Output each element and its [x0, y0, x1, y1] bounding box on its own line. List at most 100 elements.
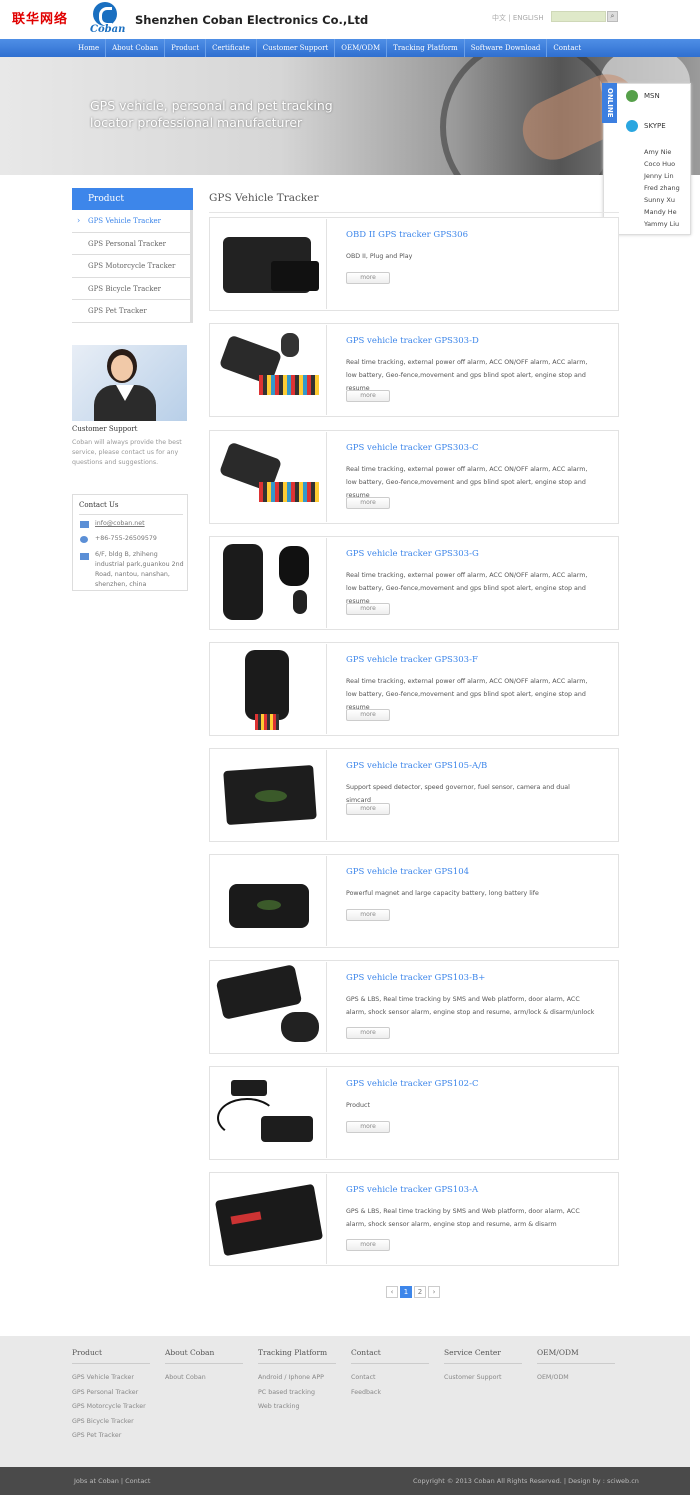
footer-link[interactable]: GPS Motorcycle Tracker — [72, 1400, 150, 1415]
product-title[interactable]: GPS vehicle tracker GPS104 — [346, 867, 469, 877]
contact-email-link[interactable]: info@coban.net — [95, 519, 145, 529]
online-contact[interactable]: Jenny Lin — [644, 170, 680, 182]
product-image[interactable] — [211, 1068, 327, 1158]
online-contact[interactable]: Amy Nie — [644, 146, 680, 158]
sidebar-title: Product — [72, 188, 193, 210]
sidebar-item[interactable]: GPS Personal Tracker — [72, 233, 190, 255]
product-image[interactable] — [211, 538, 327, 628]
next-page-button[interactable]: › — [428, 1286, 440, 1298]
product-image[interactable] — [211, 750, 327, 840]
product-title[interactable]: GPS vehicle tracker GPS303-C — [346, 443, 478, 453]
product-title[interactable]: GPS vehicle tracker GPS303-G — [346, 549, 479, 559]
more-button[interactable]: more — [346, 390, 390, 402]
lang-separator: | — [508, 14, 511, 22]
site-header: 联华网络 Coban Shenzhen Coban Electronics Co… — [0, 0, 700, 39]
nav-item[interactable]: Certificate — [206, 39, 257, 57]
skype-link[interactable]: SKYPE — [644, 122, 666, 130]
nav-item[interactable]: Contact — [547, 39, 587, 57]
footer-column: Contact Contact Feedback — [351, 1348, 429, 1400]
product-image[interactable] — [211, 432, 327, 522]
footer-link[interactable]: GPS Vehicle Tracker — [72, 1371, 150, 1386]
online-contact-list: Amy Nie Coco Huo Jenny Lin Fred zhang Sunny … — [644, 146, 680, 230]
footer-bottom-links[interactable]: Jobs at Coban | Contact — [74, 1477, 150, 1485]
online-contact[interactable]: Yammy Liu — [644, 218, 680, 230]
footer-link[interactable]: Web tracking — [258, 1400, 336, 1415]
more-button[interactable]: more — [346, 497, 390, 509]
product-image[interactable] — [211, 1174, 327, 1264]
product-description: Powerful magnet and large capacity batte… — [346, 890, 539, 897]
footer-link[interactable]: Contact — [351, 1371, 429, 1386]
sidebar-item[interactable]: GPS Bicycle Tracker — [72, 278, 190, 300]
footer-column: About Coban About Coban — [165, 1348, 243, 1386]
lang-chinese-link[interactable]: 中文 — [492, 14, 506, 22]
product-title[interactable]: GPS vehicle tracker GPS303-F — [346, 655, 478, 665]
nav-item[interactable]: Customer Support — [257, 39, 336, 57]
nav-item[interactable]: Product — [165, 39, 207, 57]
footer-link[interactable]: GPS Pet Tracker — [72, 1429, 150, 1444]
lang-english-link[interactable]: ENGLISH — [513, 14, 544, 22]
product-title[interactable]: GPS vehicle tracker GPS303-D — [346, 336, 479, 346]
product-card: GPS vehicle tracker GPS303-G Real time tr… — [209, 536, 619, 630]
footer-link[interactable]: OEM/ODM — [537, 1371, 615, 1386]
banner-headline: GPS vehicle, personal and pet tracking l… — [90, 97, 333, 131]
more-button[interactable]: more — [346, 1027, 390, 1039]
product-sidebar: Product › GPS Vehicle Tracker GPS Personal… — [72, 188, 193, 323]
main-nav: Home About Coban Product Certificate Custome… — [0, 39, 700, 57]
sidebar-item[interactable]: GPS Motorcycle Tracker — [72, 255, 190, 278]
product-title[interactable]: GPS vehicle tracker GPS105-A/B — [346, 761, 487, 771]
pagination: ‹ 1 2 › — [386, 1286, 440, 1298]
footer-link[interactable]: Customer Support — [444, 1371, 522, 1386]
footer-link[interactable]: GPS Bicycle Tracker — [72, 1415, 150, 1430]
more-button[interactable]: more — [346, 909, 390, 921]
product-title[interactable]: OBD II GPS tracker GPS306 — [346, 230, 468, 240]
site-footer: Product GPS Vehicle Tracker GPS Personal T… — [0, 1336, 690, 1467]
banner-line-1: GPS vehicle, personal and pet tracking — [90, 98, 333, 113]
sidebar-item[interactable]: GPS Pet Tracker — [72, 300, 190, 323]
more-button[interactable]: more — [346, 709, 390, 721]
online-contact[interactable]: Coco Huo — [644, 158, 680, 170]
footer-link[interactable]: Feedback — [351, 1386, 429, 1401]
footer-link[interactable]: Android / Iphone APP — [258, 1371, 336, 1386]
product-image[interactable] — [211, 325, 327, 415]
nav-item[interactable]: OEM/ODM — [335, 39, 388, 57]
online-contact[interactable]: Mandy He — [644, 206, 680, 218]
chevron-right-icon: › — [77, 216, 81, 225]
sidebar-item-label: GPS Pet Tracker — [88, 307, 147, 315]
more-button[interactable]: more — [346, 803, 390, 815]
footer-column-title: OEM/ODM — [537, 1348, 615, 1364]
product-image[interactable] — [211, 856, 327, 946]
sidebar-item[interactable]: › GPS Vehicle Tracker — [72, 210, 190, 233]
search-input[interactable] — [551, 11, 606, 22]
more-button[interactable]: more — [346, 272, 390, 284]
footer-link[interactable]: GPS Personal Tracker — [72, 1386, 150, 1401]
footer-link[interactable]: PC based tracking — [258, 1386, 336, 1401]
more-button[interactable]: more — [346, 1239, 390, 1251]
nav-item[interactable]: Tracking Platform — [387, 39, 465, 57]
address-icon — [80, 553, 89, 560]
more-button[interactable]: more — [346, 603, 390, 615]
product-title[interactable]: GPS vehicle tracker GPS102-C — [346, 1079, 478, 1089]
prev-page-button[interactable]: ‹ — [386, 1286, 398, 1298]
online-contact[interactable]: Fred zhang — [644, 182, 680, 194]
more-button[interactable]: more — [346, 1121, 390, 1133]
product-image[interactable] — [211, 219, 327, 309]
product-title[interactable]: GPS vehicle tracker GPS103-B+ — [346, 973, 485, 983]
product-description: Product — [346, 1102, 370, 1109]
msn-link[interactable]: MSN — [644, 92, 660, 100]
footer-column-title: Tracking Platform — [258, 1348, 336, 1364]
product-title[interactable]: GPS vehicle tracker GPS103-A — [346, 1185, 478, 1195]
nav-item[interactable]: Software Download — [465, 39, 548, 57]
product-image[interactable] — [211, 962, 327, 1052]
online-tab[interactable]: ONLINE — [602, 83, 617, 123]
contact-phone: +86-755-26509579 — [95, 535, 157, 542]
online-contact[interactable]: Sunny Xu — [644, 194, 680, 206]
nav-item[interactable]: About Coban — [106, 39, 166, 57]
page-1-button[interactable]: 1 — [400, 1286, 412, 1298]
customer-support-title[interactable]: Customer Support — [72, 425, 137, 433]
page-2-button[interactable]: 2 — [414, 1286, 426, 1298]
coban-logo[interactable]: Coban — [90, 2, 125, 36]
search-icon[interactable]: ⌕ — [607, 11, 618, 22]
footer-link[interactable]: About Coban — [165, 1371, 243, 1386]
product-image[interactable] — [211, 644, 327, 734]
nav-item[interactable]: Home — [72, 39, 107, 57]
